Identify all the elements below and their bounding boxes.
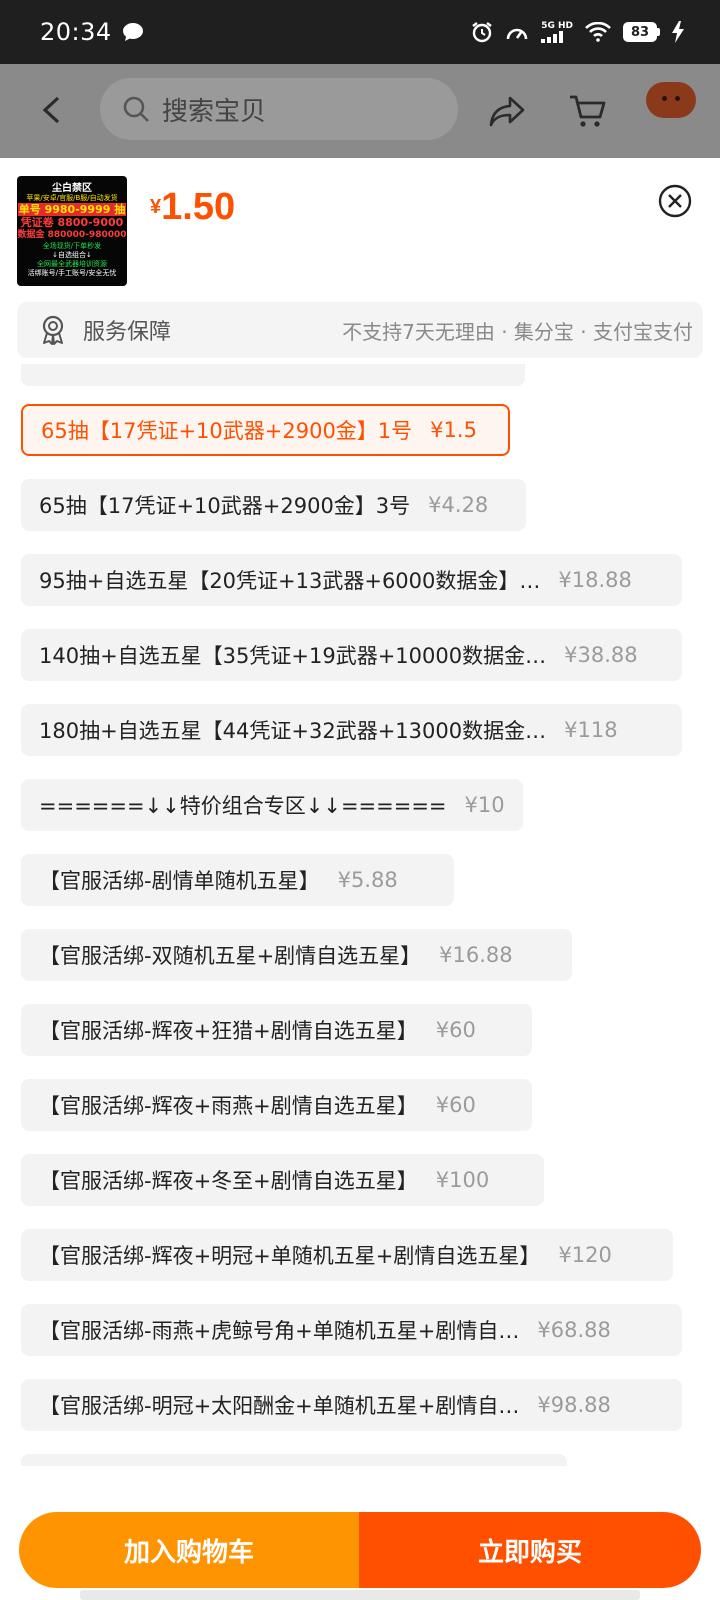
status-bar: 20:34 5G HD 83 xyxy=(0,0,720,64)
thumbnail-line: 数据金 880000-980000 xyxy=(17,230,127,240)
network-type: 5G HD xyxy=(541,21,573,31)
search-icon xyxy=(123,96,149,122)
charging-bolt-icon xyxy=(672,21,684,43)
thumbnail-line: 活绑账号/手工账号/安全无忧 xyxy=(27,269,117,277)
option-partial-top xyxy=(21,364,525,386)
price-currency: ¥ xyxy=(150,196,162,218)
close-icon[interactable] xyxy=(658,184,692,218)
add-to-cart-button[interactable]: 加入购物车 xyxy=(19,1512,359,1588)
option-item[interactable]: 【官服活绑-辉夜+明冠+单随机五星+剧情自选五星】 ¥120 xyxy=(21,1229,673,1281)
option-label: 180抽+自选五星【44凭证+32武器+13000数据金… xyxy=(39,719,547,743)
cart-icon[interactable] xyxy=(568,92,606,130)
buy-now-button[interactable]: 立即购买 xyxy=(359,1512,701,1588)
service-detail: 不支持7天无理由 · 集分宝 · 支付宝支付 xyxy=(342,319,693,344)
option-item[interactable]: 65抽【17凭证+10武器+2900金】3号 ¥4.28 xyxy=(21,479,526,531)
bottom-divider xyxy=(80,1590,640,1600)
service-guarantee[interactable]: 服务保障 不支持7天无理由 · 集分宝 · 支付宝支付 xyxy=(17,302,703,358)
action-bar: 加入购物车 立即购买 xyxy=(0,1476,720,1600)
option-price: ¥1.5 xyxy=(430,418,477,442)
option-label: 【官服活绑-剧情单随机五星】 xyxy=(39,869,320,893)
thumbnail-line: ↓自选组合↓ xyxy=(52,251,92,259)
option-price: ¥60 xyxy=(435,1093,476,1117)
option-price: ¥38.88 xyxy=(564,643,638,667)
service-label: 服务保障 xyxy=(83,320,172,345)
thumbnail-line: 全场现货/下单秒发 xyxy=(42,242,102,250)
option-label: 【官服活绑-辉夜+雨燕+剧情自选五星】 xyxy=(39,1094,418,1118)
option-label: 【官服活绑-辉夜+冬至+剧情自选五星】 xyxy=(39,1169,418,1193)
option-label: 65抽【17凭证+10武器+2900金】1号 xyxy=(41,419,413,443)
option-item[interactable]: 【官服活绑-剧情单随机五星】 ¥5.88 xyxy=(21,854,454,906)
back-arrow-icon[interactable] xyxy=(38,94,66,126)
message-avatar-icon[interactable] xyxy=(646,82,696,118)
app-root: 20:34 5G HD 83 搜索宝贝 尘白禁区 苹果/安卓/官服/B服/自动发… xyxy=(0,0,720,1600)
speedometer-icon xyxy=(506,28,528,40)
option-label: 140抽+自选五星【35凭证+19武器+10000数据金… xyxy=(39,644,547,668)
top-nav: 搜索宝贝 xyxy=(0,64,720,158)
option-label: 【官服活绑-双随机五星+剧情自选五星】 xyxy=(39,944,422,968)
option-label: 【官服活绑-辉夜+狂猎+剧情自选五星】 xyxy=(39,1019,418,1043)
option-price: ¥60 xyxy=(435,1018,476,1042)
option-price: ¥16.88 xyxy=(439,943,513,967)
option-item[interactable]: 【官服活绑-明冠+太阳酬金+单随机五星+剧情自… ¥98.88 xyxy=(21,1379,682,1431)
sku-options-list[interactable]: 65抽【17凭证+10武器+2900金】1号 ¥1.5 65抽【17凭证+10武… xyxy=(0,364,720,1466)
option-label: ======↓↓特价组合专区↓↓====== xyxy=(39,794,447,818)
option-label: 65抽【17凭证+10武器+2900金】3号 xyxy=(39,494,411,518)
option-item[interactable]: 140抽+自选五星【35凭证+19武器+10000数据金… ¥38.88 xyxy=(21,629,682,681)
thumbnail-line: 单号 9980-9999 抽 xyxy=(17,203,127,216)
price-display: ¥1.50 xyxy=(150,186,235,229)
signal-bars-icon xyxy=(541,31,564,43)
search-placeholder: 搜索宝贝 xyxy=(162,96,267,127)
option-price: ¥68.88 xyxy=(537,1318,611,1342)
thumbnail-line: 苹果/安卓/官服/B服/自动发货 xyxy=(26,194,118,202)
wifi-icon xyxy=(585,22,611,42)
price-value: 1.50 xyxy=(161,186,236,228)
option-price: ¥4.28 xyxy=(428,493,489,517)
option-item[interactable]: 95抽+自选五星【20凭证+13武器+6000数据金】… ¥18.88 xyxy=(21,554,682,606)
sku-selector-sheet: 尘白禁区 苹果/安卓/官服/B服/自动发货 单号 9980-9999 抽 凭证卷… xyxy=(0,158,720,1600)
alarm-icon xyxy=(472,22,492,43)
thumbnail-line: 凭证卷 8800-9000 xyxy=(20,216,124,229)
option-item[interactable]: ======↓↓特价组合专区↓↓====== ¥10 xyxy=(21,779,523,831)
option-item[interactable]: 【官服活绑-雨燕+虎鲸号角+单随机五星+剧情自… ¥68.88 xyxy=(21,1304,682,1356)
option-price: ¥10 xyxy=(464,793,505,817)
option-label: 【官服活绑-辉夜+明冠+单随机五星+剧情自选五星】 xyxy=(39,1244,541,1268)
thumbnail-title: 尘白禁区 xyxy=(52,183,92,194)
status-time: 20:34 xyxy=(40,18,112,46)
message-bubble-icon xyxy=(122,23,143,41)
badge-ribbon-icon xyxy=(42,315,64,345)
option-item[interactable]: 【官服活绑-辉夜+雨燕+剧情自选五星】 ¥60 xyxy=(21,1079,532,1131)
option-partial-bottom xyxy=(21,1454,567,1466)
battery-indicator: 83 xyxy=(623,22,660,42)
search-input[interactable]: 搜索宝贝 xyxy=(100,78,458,140)
option-item[interactable]: 【官服活绑-辉夜+狂猎+剧情自选五星】 ¥60 xyxy=(21,1004,532,1056)
option-label: 【官服活绑-明冠+太阳酬金+单随机五星+剧情自… xyxy=(39,1394,520,1418)
option-label: 【官服活绑-雨燕+虎鲸号角+单随机五星+剧情自… xyxy=(39,1319,520,1343)
cellular-signal: 5G HD xyxy=(541,21,573,43)
option-price: ¥18.88 xyxy=(558,568,632,592)
product-thumbnail[interactable]: 尘白禁区 苹果/安卓/官服/B服/自动发货 单号 9980-9999 抽 凭证卷… xyxy=(17,176,127,286)
option-item[interactable]: 180抽+自选五星【44凭证+32武器+13000数据金… ¥118 xyxy=(21,704,682,756)
option-label: 95抽+自选五星【20凭证+13武器+6000数据金】… xyxy=(39,569,541,593)
option-price: ¥5.88 xyxy=(337,868,398,892)
option-price: ¥118 xyxy=(564,718,618,742)
option-price: ¥100 xyxy=(435,1168,490,1192)
status-icons: 5G HD 83 xyxy=(471,21,684,43)
option-item[interactable]: 【官服活绑-辉夜+冬至+剧情自选五星】 ¥100 xyxy=(21,1154,544,1206)
option-price: ¥98.88 xyxy=(537,1393,611,1417)
option-item[interactable]: 【官服活绑-双随机五星+剧情自选五星】 ¥16.88 xyxy=(21,929,572,981)
option-price: ¥120 xyxy=(558,1243,612,1267)
share-icon[interactable] xyxy=(488,94,526,128)
battery-level: 83 xyxy=(630,24,650,40)
thumbnail-line: 全网最全武器培训资源 xyxy=(37,260,107,268)
option-item-selected[interactable]: 65抽【17凭证+10武器+2900金】1号 ¥1.5 xyxy=(21,404,510,456)
